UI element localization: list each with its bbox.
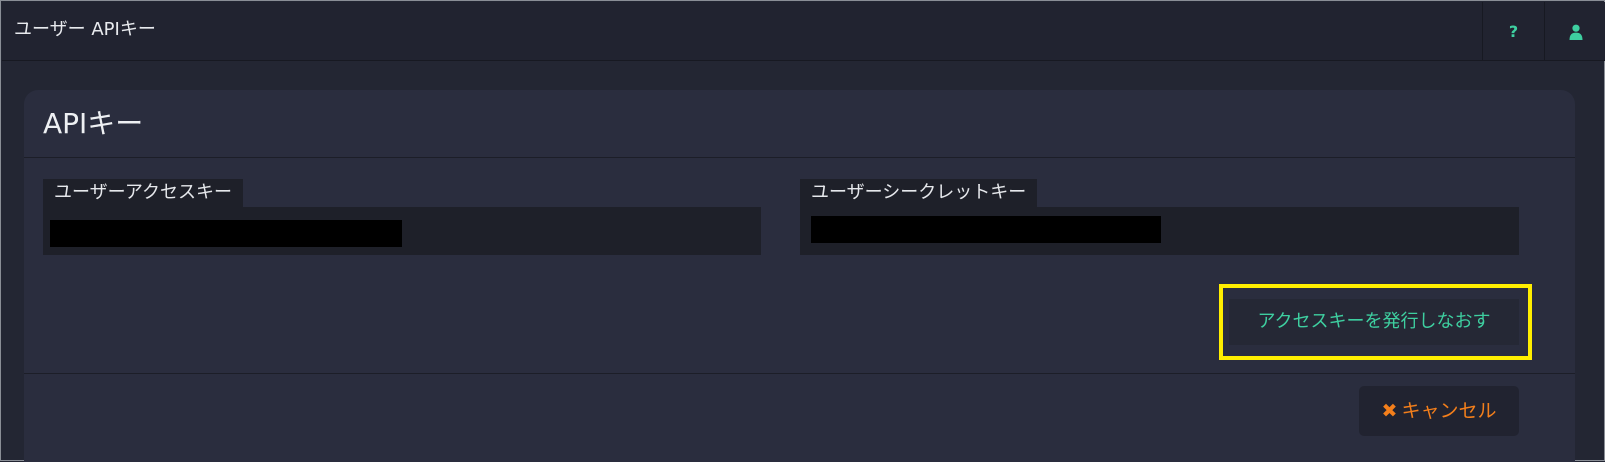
user-icon	[1569, 24, 1582, 40]
secret-key-label: ユーザーシークレットキー	[800, 179, 1038, 207]
divider	[24, 373, 1575, 374]
app-window: ユーザー APIキー ? APIキー ユーザーアクセスキー ユーザーシークレット…	[0, 0, 1605, 462]
panel-title: APIキー	[43, 107, 144, 140]
api-key-panel: APIキー ユーザーアクセスキー ユーザーシークレットキー アクセスキーを発行し…	[24, 90, 1575, 462]
top-bar: ユーザー APIキー ?	[2, 2, 1605, 61]
cancel-button[interactable]: ✖ キャンセル	[1359, 386, 1519, 436]
page-title: ユーザー APIキー	[14, 19, 156, 40]
access-key-label: ユーザーアクセスキー	[43, 179, 244, 207]
help-icon: ?	[1508, 21, 1519, 41]
secret-key-redacted	[811, 216, 1161, 243]
divider	[24, 157, 1575, 158]
access-key-redacted	[50, 220, 402, 247]
secret-key-field[interactable]	[800, 207, 1519, 255]
cancel-label: キャンセル	[1401, 400, 1497, 422]
reissue-access-key-button[interactable]: アクセスキーを発行しなおす	[1229, 299, 1519, 345]
close-icon: ✖	[1381, 400, 1398, 422]
access-key-field[interactable]	[43, 207, 761, 255]
user-menu-button[interactable]	[1544, 2, 1605, 61]
help-button[interactable]: ?	[1482, 2, 1544, 61]
